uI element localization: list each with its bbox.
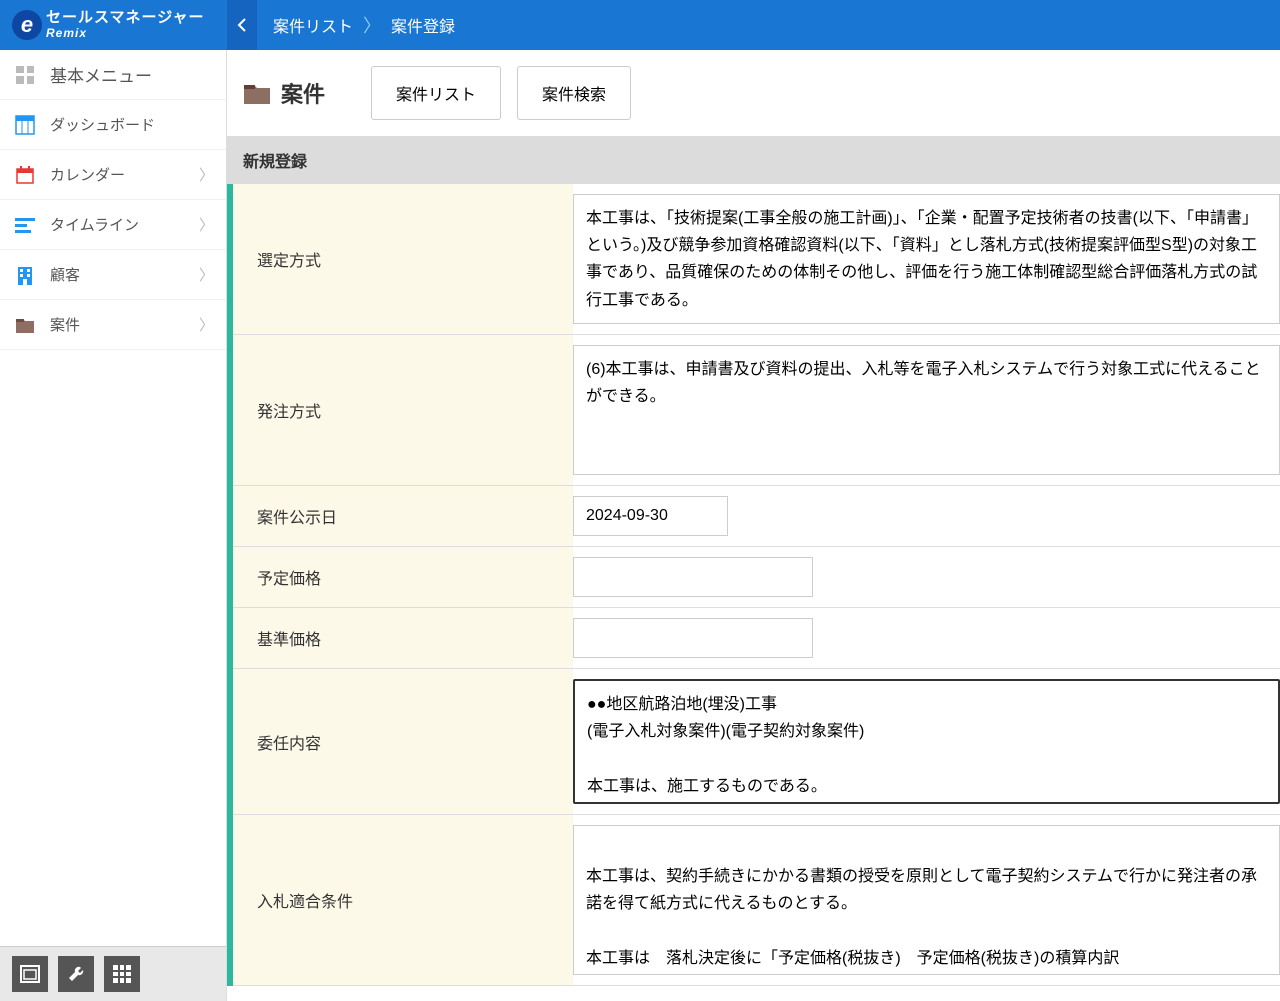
back-button[interactable] xyxy=(227,0,257,50)
sidebar-item-case[interactable]: 案件 〉 xyxy=(0,300,226,350)
chevron-right-icon: 〉 xyxy=(199,264,214,285)
timeline-icon xyxy=(14,214,36,236)
calendar-icon xyxy=(14,164,36,186)
section-new-register: 新規登録 xyxy=(227,136,1280,184)
window-button[interactable] xyxy=(12,956,48,992)
label-commission-content: 委任内容 xyxy=(233,669,573,814)
breadcrumb-case-list[interactable]: 案件リスト xyxy=(273,13,353,37)
input-base-price[interactable] xyxy=(573,618,813,658)
label-public-date: 案件公示日 xyxy=(233,486,573,546)
sidebar-item-dashboard[interactable]: ダッシュボード xyxy=(0,100,226,150)
chevron-right-icon: 〉 xyxy=(199,214,214,235)
logo-sub: Remix xyxy=(46,26,205,40)
input-commission-content[interactable] xyxy=(573,679,1280,804)
chevron-right-icon: 〉 xyxy=(199,314,214,335)
breadcrumb: 案件リスト 〉 案件登録 xyxy=(257,12,471,38)
grid-icon xyxy=(113,965,131,983)
sidebar-item-customer[interactable]: 顧客 〉 xyxy=(0,250,226,300)
page-title: 案件 xyxy=(243,77,325,109)
breadcrumb-case-register[interactable]: 案件登録 xyxy=(391,13,455,37)
sidebar-calendar-label: カレンダー xyxy=(50,164,125,185)
sidebar-basic-menu-label: 基本メニュー xyxy=(50,62,152,87)
label-estimated-price: 予定価格 xyxy=(233,547,573,607)
input-estimated-price[interactable] xyxy=(573,557,813,597)
chevron-left-icon xyxy=(236,17,248,33)
sidebar-timeline-label: タイムライン xyxy=(50,214,139,235)
input-selection-method[interactable] xyxy=(573,194,1280,324)
building-icon xyxy=(14,264,36,286)
grid-button[interactable] xyxy=(104,956,140,992)
form-row-public-date: 案件公示日 xyxy=(233,486,1280,547)
label-bid-conditions: 入札適合条件 xyxy=(233,815,573,985)
form-row-order-method: 発注方式 xyxy=(233,335,1280,486)
logo-main: セールスマネージャー xyxy=(46,10,205,27)
folder-icon xyxy=(243,81,271,105)
sidebar-basic-menu: 基本メニュー xyxy=(0,50,226,100)
folder-icon xyxy=(14,314,36,336)
sidebar-customer-label: 顧客 xyxy=(50,264,80,285)
settings-button[interactable] xyxy=(58,956,94,992)
sidebar-case-label: 案件 xyxy=(50,314,80,335)
form-row-base-price: 基準価格 xyxy=(233,608,1280,669)
form-row-commission-content: 委任内容 xyxy=(233,669,1280,815)
content-area: 案件 案件リスト 案件検索 新規登録 選定方式 発注方式 案件公示日 xyxy=(227,50,1280,1001)
sidebar-footer xyxy=(0,946,226,1001)
chevron-right-icon: 〉 xyxy=(199,164,214,185)
sidebar-dashboard-label: ダッシュボード xyxy=(50,114,155,135)
input-bid-conditions[interactable] xyxy=(573,825,1280,975)
tab-case-list[interactable]: 案件リスト xyxy=(371,66,501,120)
sidebar-item-calendar[interactable]: カレンダー 〉 xyxy=(0,150,226,200)
sidebar-item-timeline[interactable]: タイムライン 〉 xyxy=(0,200,226,250)
form-row-bid-conditions: 入札適合条件 xyxy=(233,815,1280,986)
menu-icon xyxy=(14,64,36,86)
sidebar: 基本メニュー ダッシュボード カレンダー 〉 タイムライン 〉 xyxy=(0,50,227,1001)
logo-icon: e xyxy=(12,10,42,40)
wrench-icon xyxy=(66,964,86,984)
label-base-price: 基準価格 xyxy=(233,608,573,668)
label-order-method: 発注方式 xyxy=(233,335,573,485)
label-selection-method: 選定方式 xyxy=(233,184,573,334)
window-icon xyxy=(20,965,40,983)
tab-case-search[interactable]: 案件検索 xyxy=(517,66,631,120)
page-title-text: 案件 xyxy=(281,77,325,109)
chevron-right-icon: 〉 xyxy=(363,12,381,38)
input-order-method[interactable] xyxy=(573,345,1280,475)
app-logo: e セールスマネージャー Remix xyxy=(0,10,227,41)
form-row-estimated-price: 予定価格 xyxy=(233,547,1280,608)
dashboard-icon xyxy=(14,114,36,136)
input-public-date[interactable] xyxy=(573,496,728,536)
form-row-selection-method: 選定方式 xyxy=(233,184,1280,335)
